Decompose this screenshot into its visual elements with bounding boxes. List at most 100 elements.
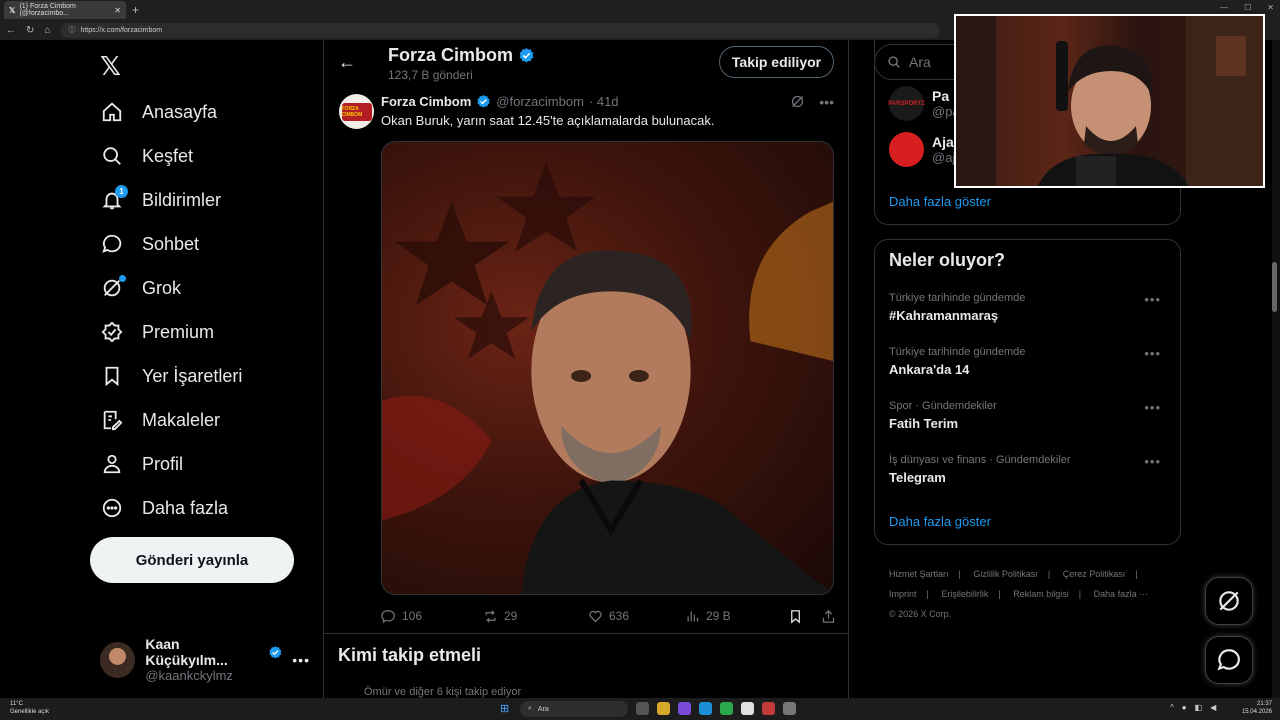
nav-item-home[interactable]: Anasayfa xyxy=(100,100,217,124)
window-controls: — ☐ ✕ xyxy=(1220,3,1274,12)
like-count: 636 xyxy=(609,609,630,623)
tweet[interactable]: FORZA CIMBOM Forza Cimbom @forzacimbom ·… xyxy=(324,88,848,634)
tweet-header: Forza Cimbom @forzacimbom · 41d xyxy=(381,94,619,109)
app-icon[interactable] xyxy=(783,702,796,715)
task-view-icon[interactable] xyxy=(636,702,649,715)
windows-start-icon[interactable]: ⊞ xyxy=(500,702,513,715)
trend-name: Fatih Terim xyxy=(889,416,959,431)
taskbar-search[interactable]: ⌕ Ara xyxy=(520,701,628,717)
network-icon[interactable]: ◧ xyxy=(1195,703,1203,712)
nav-item-bookmarks[interactable]: Yer İşaretleri xyxy=(100,364,242,388)
account-name: Kaan Küçükyılm... xyxy=(145,636,228,668)
footer-link[interactable]: Erişilebilirlik xyxy=(941,589,988,599)
edge-icon[interactable] xyxy=(699,702,712,715)
mic-icon[interactable]: ● xyxy=(1182,703,1187,712)
maximize-icon[interactable]: ☐ xyxy=(1244,3,1251,12)
footer-link[interactable]: Hizmet Şartları xyxy=(889,569,949,579)
nav-label-grok: Grok xyxy=(142,277,182,298)
verified-icon xyxy=(477,94,490,108)
show-more-suggestions-link[interactable]: Daha fazla göster xyxy=(889,194,991,209)
suggestion-item[interactable]: Aja @aj xyxy=(889,132,955,167)
nav-item-profile[interactable]: Profil xyxy=(100,452,183,476)
reply-button[interactable]: 106 xyxy=(381,609,483,624)
site-info-icon[interactable]: ⓘ xyxy=(68,25,75,35)
tweet-more-icon[interactable]: ••• xyxy=(819,94,834,110)
share-icon[interactable] xyxy=(821,609,836,624)
tweet-author-name[interactable]: Forza Cimbom xyxy=(381,94,471,109)
following-button[interactable]: Takip ediliyor xyxy=(719,46,834,78)
scroll-thumb[interactable] xyxy=(1272,262,1277,312)
back-arrow-icon[interactable]: ← xyxy=(338,52,356,73)
bookmark-icon[interactable] xyxy=(788,609,803,624)
grok-explain-icon[interactable] xyxy=(790,94,805,109)
page-scrollbar[interactable] xyxy=(1272,40,1280,698)
weather-widget[interactable]: 11°C Genellikle açık xyxy=(10,700,49,716)
trend-item[interactable]: Spor · Gündemdekiler Fatih Terim ••• xyxy=(889,400,1169,431)
trend-more-icon[interactable]: ••• xyxy=(1144,292,1161,307)
app-icon[interactable] xyxy=(762,702,775,715)
nav-item-explore[interactable]: Keşfet xyxy=(100,144,193,168)
nav-label-notifications: Bildirimler xyxy=(142,189,222,210)
tweet-author-handle[interactable]: @forzacimbom xyxy=(496,94,584,109)
suggestion-item[interactable]: PARSPORTZ Pa @pa xyxy=(888,86,960,121)
app-icon[interactable] xyxy=(741,702,754,715)
reload-icon[interactable]: ↻ xyxy=(26,25,34,36)
app-icon[interactable] xyxy=(678,702,691,715)
footer-link[interactable]: Reklam bilgisi xyxy=(1013,589,1069,599)
trend-item[interactable]: Türkiye tarihinde gündemde Ankara'da 14 … xyxy=(889,346,1169,377)
like-button[interactable]: 636 xyxy=(588,609,685,624)
account-switcher[interactable]: Kaan Küçükyılm... @kaankckylmz ••• xyxy=(100,636,310,683)
minimize-icon[interactable]: — xyxy=(1220,3,1228,12)
retweet-button[interactable]: 29 xyxy=(483,609,588,624)
tab-close-icon[interactable]: ✕ xyxy=(114,6,121,15)
trend-more-icon[interactable]: ••• xyxy=(1144,454,1161,469)
profile-title: Forza Cimbom xyxy=(388,45,535,66)
trend-more-icon[interactable]: ••• xyxy=(1144,346,1161,361)
footer-link[interactable]: Daha fazla ··· xyxy=(1094,589,1149,599)
nav-item-articles[interactable]: Makaleler xyxy=(100,408,220,432)
close-window-icon[interactable]: ✕ xyxy=(1267,3,1274,12)
footer-link[interactable]: Imprint xyxy=(889,589,917,599)
x-logo-icon[interactable]: 𝕏 xyxy=(100,52,121,82)
messages-floating-button[interactable] xyxy=(1205,636,1253,684)
footer-link[interactable]: Çerez Politikası xyxy=(1063,569,1126,579)
nav-item-chat[interactable]: Sohbet xyxy=(100,232,199,256)
grok-icon xyxy=(1219,591,1239,611)
footer-link[interactable]: Gizlilik Politikası xyxy=(973,569,1038,579)
notification-badge: 1 xyxy=(115,185,128,198)
suggestion-name: Aja xyxy=(932,134,954,150)
show-more-trends-link[interactable]: Daha fazla göster xyxy=(889,514,991,529)
trend-more-icon[interactable]: ••• xyxy=(1144,400,1161,415)
grok-dot xyxy=(119,275,126,282)
nav-item-notifications[interactable]: 1 Bildirimler xyxy=(100,185,222,212)
premium-icon xyxy=(100,320,124,344)
app-icon[interactable] xyxy=(720,702,733,715)
clock-date: 15.04.2026 xyxy=(1241,709,1272,715)
volume-icon[interactable]: ◀ xyxy=(1210,703,1216,712)
tray-arrow-icon[interactable]: ^ xyxy=(1170,703,1174,712)
address-bar[interactable]: ⓘ https://x.com/forzacimbom xyxy=(60,22,941,38)
nav-item-premium[interactable]: Premium xyxy=(100,320,214,344)
tweet-photo[interactable] xyxy=(381,141,834,595)
views-button[interactable]: 29 B xyxy=(685,609,782,624)
new-tab-button[interactable]: + xyxy=(132,3,139,17)
nav-item-grok[interactable]: Grok xyxy=(100,275,182,300)
grok-floating-button[interactable] xyxy=(1205,577,1253,625)
account-more-icon[interactable]: ••• xyxy=(292,652,310,668)
trend-item[interactable]: İş dünyası ve finans · Gündemdekiler Tel… xyxy=(889,454,1169,485)
nav-item-more[interactable]: Daha fazla xyxy=(100,496,228,520)
browser-tab[interactable]: 𝕏 (1) Forza Cimbom (@forzacimbo... ✕ xyxy=(4,1,126,19)
tweet-time[interactable]: · 41d xyxy=(589,94,619,109)
clock[interactable]: 21:37 15.04.2026 xyxy=(1242,700,1272,716)
footer-separator: | xyxy=(958,569,961,579)
home-nav-icon[interactable]: ⌂ xyxy=(44,25,50,36)
weather-desc: Genellikle açık xyxy=(10,709,50,715)
trend-item[interactable]: Türkiye tarihinde gündemde #Kahramanmara… xyxy=(889,292,1169,323)
back-nav-icon[interactable]: ← xyxy=(6,25,16,36)
tweet-avatar[interactable]: FORZA CIMBOM xyxy=(339,94,374,129)
post-button[interactable]: Gönderi yayınla xyxy=(90,537,294,583)
tab-title: (1) Forza Cimbom (@forzacimbo... xyxy=(19,3,76,17)
file-explorer-icon[interactable] xyxy=(657,702,670,715)
nav-label-premium: Premium xyxy=(142,321,215,342)
account-avatar xyxy=(100,641,136,678)
